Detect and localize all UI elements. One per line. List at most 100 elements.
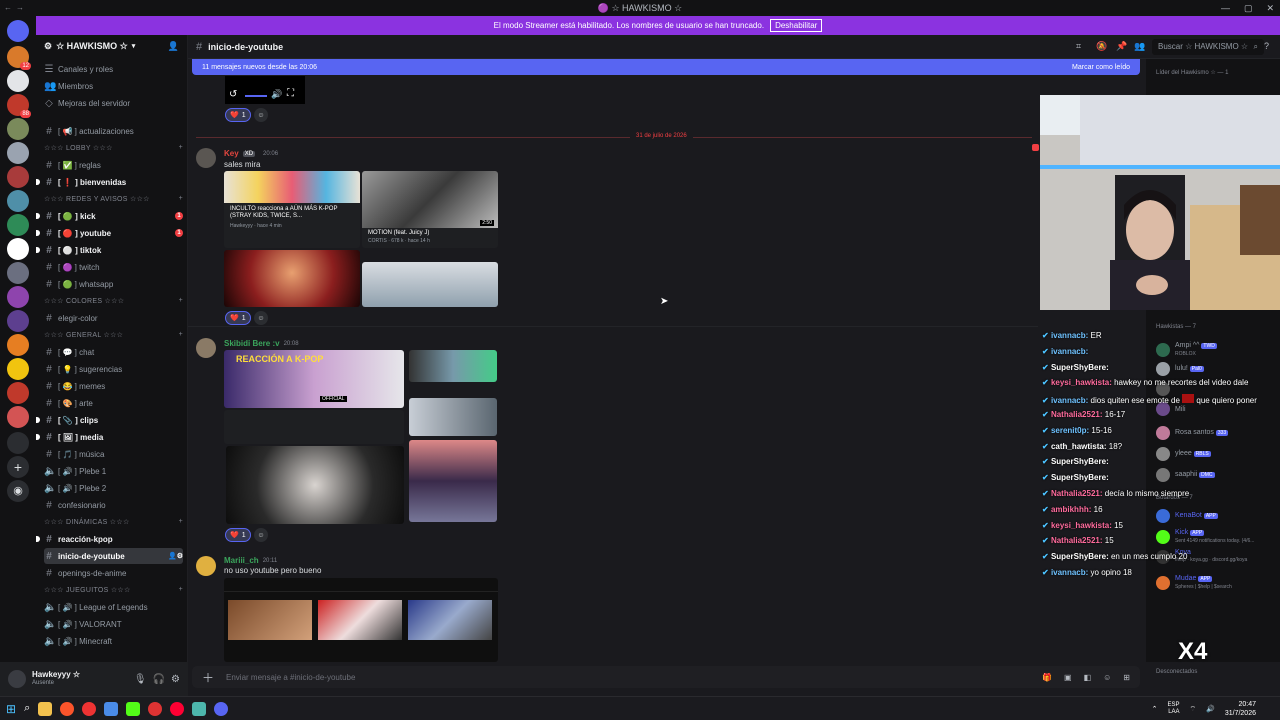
gif-icon[interactable]: ▣ xyxy=(1064,673,1072,682)
server-icon-5[interactable] xyxy=(7,142,29,164)
screenshot-side-1[interactable] xyxy=(409,350,497,382)
server-icon-15[interactable] xyxy=(7,406,29,428)
new-messages-bar[interactable]: 11 mensajes nuevos desde las 20:06 Marca… xyxy=(192,59,1140,75)
kick-icon[interactable] xyxy=(126,701,141,716)
pin-icon[interactable]: 📌 xyxy=(1116,41,1127,52)
guild-header[interactable]: ⚙ ☆ HAWKISMO ☆ ▾ 👤 xyxy=(36,35,187,57)
server-icon-7[interactable] xyxy=(7,190,29,212)
microphone-icon[interactable]: 🎙 xyxy=(134,674,147,685)
opera-icon[interactable] xyxy=(82,701,97,716)
channel-item[interactable]: # [ 💬 ] chat xyxy=(44,344,183,360)
member-item[interactable]: Rosa santos 333 xyxy=(1156,426,1229,440)
sticker-icon[interactable]: ◧ xyxy=(1084,673,1092,682)
discord-home-icon[interactable] xyxy=(7,20,29,42)
mark-read-button[interactable]: Marcar como leído xyxy=(1072,64,1130,71)
screenshot-image-4[interactable] xyxy=(362,262,498,307)
search-input[interactable]: Buscar ☆ HAWKISMO ☆ ⌕ xyxy=(1152,39,1264,55)
channels-roles-link[interactable]: ☰ Canales y roles xyxy=(44,61,183,77)
invite-icon[interactable]: 👤⚙ xyxy=(168,552,183,560)
add-reaction-button[interactable]: ☺ xyxy=(254,528,268,542)
category-header[interactable]: ☆☆☆ DINÁMICAS ☆☆☆ + xyxy=(44,518,183,530)
channel-item[interactable]: # [ ✅ ] reglas xyxy=(44,157,183,173)
channel-item[interactable]: # [ 🔴 ] youtube 1 xyxy=(36,225,183,241)
message-author[interactable]: Mariii_ch xyxy=(224,556,259,565)
maximize-button[interactable]: ▢ xyxy=(1244,0,1253,16)
category-header[interactable]: ☆☆☆ REDES Y AVISOS ☆☆☆ + xyxy=(44,195,183,207)
volume-icon[interactable]: 🔊 xyxy=(271,89,282,100)
add-channel-icon[interactable]: + xyxy=(179,144,183,156)
back-icon[interactable]: ← xyxy=(4,0,12,16)
youtube-icon[interactable] xyxy=(170,701,185,716)
brave-browser-icon[interactable] xyxy=(60,701,75,716)
screenshot-youtube-card-2[interactable]: 2:50 MOTION (feat. Juicy J) CORTIS · 678… xyxy=(362,171,498,248)
user-avatar[interactable] xyxy=(8,670,26,688)
obs-icon[interactable] xyxy=(148,701,163,716)
message-avatar[interactable] xyxy=(196,148,216,168)
emoji-picker-icon[interactable]: ☺ xyxy=(1103,673,1111,682)
message-avatar[interactable] xyxy=(196,338,216,358)
boosts-link[interactable]: ◇ Mejoras del servidor xyxy=(44,95,183,111)
add-channel-icon[interactable]: + xyxy=(179,586,183,598)
message-author[interactable]: Key xyxy=(224,149,239,158)
volume-slider[interactable] xyxy=(245,95,267,97)
heart-reaction[interactable]: ❤️ 1 xyxy=(225,311,251,325)
member-item[interactable]: saaphii DMC xyxy=(1156,468,1215,482)
server-icon-14[interactable] xyxy=(7,382,29,404)
server-icon-10[interactable] xyxy=(7,286,29,308)
category-header[interactable]: ☆☆☆ GENERAL ☆☆☆ + xyxy=(44,331,183,343)
member-item[interactable]: Ampi ^^ TWD ROBLOX xyxy=(1156,342,1217,358)
message-avatar[interactable] xyxy=(196,556,216,576)
channel-item[interactable]: # [ 🟣 ] twitch xyxy=(44,259,183,275)
screenshot-portrait[interactable] xyxy=(226,446,404,524)
file-explorer-icon[interactable] xyxy=(38,701,53,716)
server-icon-6[interactable] xyxy=(7,166,29,188)
screenshot-side-2[interactable] xyxy=(409,398,497,436)
category-header[interactable]: ☆☆☆ JUEGUITOS ☆☆☆ + xyxy=(44,586,183,598)
threads-icon[interactable]: ⌗ xyxy=(1076,41,1081,52)
replay-icon[interactable]: ↺ xyxy=(229,89,237,100)
apps-icon[interactable]: ⊞ xyxy=(1123,673,1130,682)
screenshot-youtube-card-1[interactable]: INCULTO reacciona a AÚN MÁS K-POP (STRAY… xyxy=(224,171,360,248)
composer-input[interactable]: Enviar mensaje a #inicio-de-youtube xyxy=(226,673,355,682)
server-icon-2[interactable] xyxy=(7,70,29,92)
forward-icon[interactable]: → xyxy=(16,0,24,16)
add-channel-icon[interactable]: + xyxy=(179,297,183,309)
keyboard-lang[interactable]: ESP xyxy=(1168,702,1180,708)
channel-item[interactable]: # [ 🟢 ] whatsapp xyxy=(44,276,183,292)
channel-item[interactable]: # [ 🎨 ] arte xyxy=(44,395,183,411)
channel-item[interactable]: 🔈[ 🔊 ] League of Legends xyxy=(44,599,183,615)
server-icon-1[interactable]: 12 xyxy=(7,46,31,70)
headphones-icon[interactable]: 🎧 xyxy=(153,674,165,685)
settings-gear-icon[interactable]: ⚙ xyxy=(171,674,180,685)
server-icon-12[interactable] xyxy=(7,334,29,356)
search-icon[interactable]: ⌕ xyxy=(24,702,30,715)
category-header[interactable]: ☆☆☆ LOBBY ☆☆☆ + xyxy=(44,144,183,156)
add-reaction-button[interactable]: ☺ xyxy=(254,108,268,122)
channel-item[interactable]: # confesionario xyxy=(44,497,183,513)
gift-icon[interactable]: 🎁 xyxy=(1042,673,1052,682)
screenshot-image-3[interactable] xyxy=(224,250,360,307)
channel-item[interactable]: 🔈[ 🔊 ] Minecraft xyxy=(44,633,183,649)
server-icon-4[interactable] xyxy=(7,118,29,140)
server-icon-13[interactable] xyxy=(7,358,29,380)
channel-item[interactable]: # [ 📢 ] actualizaciones xyxy=(44,123,183,139)
channel-item[interactable]: # [ 🎵 ] música xyxy=(44,446,183,462)
notification-bell-icon[interactable]: 🔕 xyxy=(1096,41,1107,52)
close-button[interactable]: ✕ xyxy=(1266,0,1274,16)
channel-item[interactable]: # elegir-color xyxy=(44,310,183,326)
help-icon[interactable]: ? xyxy=(1264,41,1269,51)
channel-item[interactable]: # [ 🖼 ] media xyxy=(36,429,183,445)
screenshot-kpop-reaction[interactable]: REACCIÓN A K-POP OFFICIAL xyxy=(224,350,404,408)
channel-item[interactable]: # [ 📎 ] clips xyxy=(36,412,183,428)
app-icon-1[interactable] xyxy=(104,701,119,716)
message-author[interactable]: Skibidi Bere :v xyxy=(224,339,280,348)
windows-start-icon[interactable]: ⊞ xyxy=(6,702,16,716)
channel-item[interactable]: # [ ⚪ ] tiktok xyxy=(36,242,183,258)
screenshot-video-info[interactable] xyxy=(224,410,404,444)
channel-item[interactable]: 🔈[ 🔊 ] Plebe 1 xyxy=(44,463,183,479)
screenshot-youtube-home[interactable] xyxy=(224,578,498,662)
tray-chevron-icon[interactable]: ⌃ xyxy=(1152,705,1158,714)
server-icon-8[interactable] xyxy=(7,214,29,236)
add-member-icon[interactable]: 👤 xyxy=(168,41,179,52)
volume-icon[interactable]: 🔊 xyxy=(1206,705,1215,714)
